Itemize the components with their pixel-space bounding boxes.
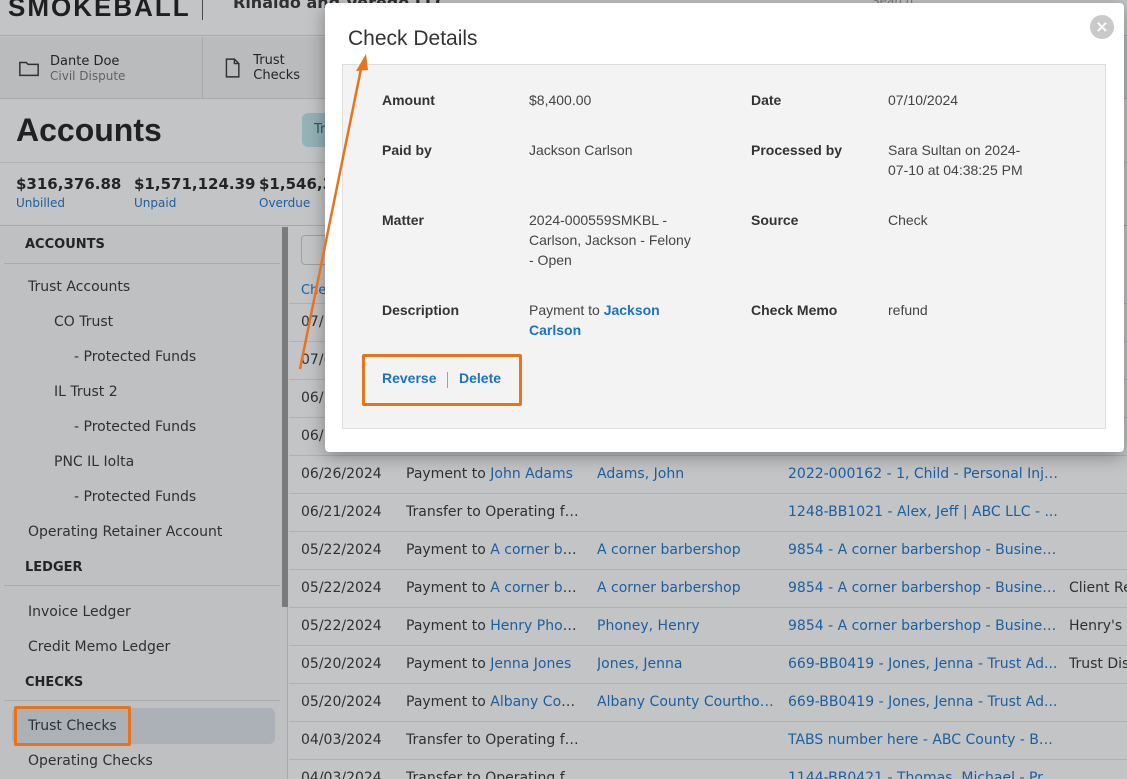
processed-by-line: Sara Sultan on 2024- — [888, 142, 1021, 158]
description-prefix: Payment to — [529, 302, 604, 318]
processed-by-value: Sara Sultan on 2024- 07-10 at 04:38:25 P… — [888, 140, 1023, 180]
processed-by-line: 07-10 at 04:38:25 PM — [888, 162, 1023, 178]
matter-line: 2024-000559SMKBL - — [529, 212, 668, 228]
check-memo-label: Check Memo — [751, 302, 838, 318]
amount-value: $8,400.00 — [529, 92, 592, 108]
description-label: Description — [382, 302, 460, 318]
matter-line: - Open — [529, 252, 572, 268]
processed-by-label: Processed by — [751, 142, 843, 158]
modal-title: Check Details — [348, 27, 478, 50]
close-icon[interactable]: × — [1090, 15, 1114, 39]
matter-label: Matter — [382, 212, 425, 228]
description-value: Payment to Jackson Carlson — [529, 300, 660, 340]
check-memo-value: refund — [888, 302, 928, 318]
date-label: Date — [751, 92, 782, 108]
amount-label: Amount — [382, 92, 435, 108]
date-value: 07/10/2024 — [888, 92, 959, 108]
source-value: Check — [888, 212, 928, 228]
highlight-actions-box — [362, 354, 522, 406]
payee-link[interactable]: Jackson — [604, 302, 660, 318]
paid-by-label: Paid by — [382, 142, 432, 158]
payee-link[interactable]: Carlson — [529, 322, 581, 338]
paid-by-value: Jackson Carlson — [529, 142, 633, 158]
matter-value: 2024-000559SMKBL - Carlson, Jackson - Fe… — [529, 210, 691, 270]
source-label: Source — [751, 212, 799, 228]
matter-line: Carlson, Jackson - Felony — [529, 232, 691, 248]
highlight-trust-checks-box — [14, 706, 131, 746]
